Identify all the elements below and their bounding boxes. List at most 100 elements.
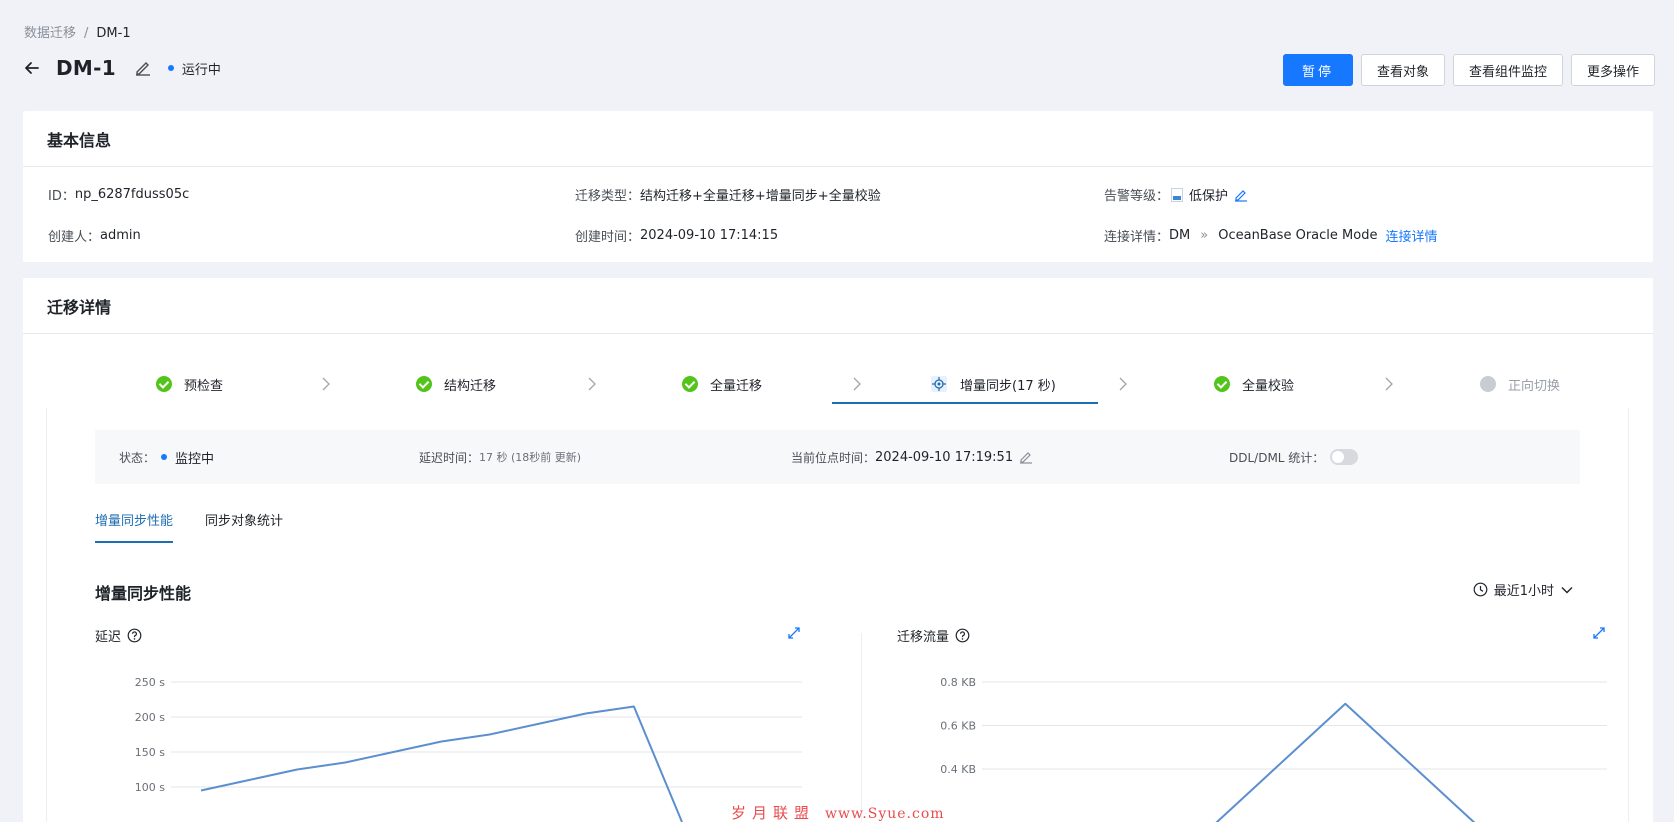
alert-level-icon [1171,187,1184,202]
tab-sync-object-stats[interactable]: 同步对象统计 [205,510,283,543]
help-icon[interactable] [955,628,970,643]
alert-label: 告警等级： [1104,189,1170,204]
chevron-right-icon [322,377,330,391]
edit-checkpoint-icon[interactable] [1019,450,1033,464]
watermark: 岁月联盟 www.Syue.com [731,802,945,822]
edit-icon[interactable] [134,59,152,77]
ddl-dml-toggle[interactable] [1330,449,1359,465]
pause-button[interactable]: 暂停 [1282,54,1353,86]
y-tick-label: 200 s [135,711,165,724]
connection-details-link[interactable]: 连接详情 [1385,226,1437,245]
tab-incremental-performance[interactable]: 增量同步性能 [95,510,174,543]
info-type: 迁移类型： 结构迁移+全量迁移+增量同步+全量校验 [575,185,881,204]
id-value: np_6287fduss05c [74,187,190,202]
active-step-underline [832,402,1098,404]
check-circle-icon [416,376,432,392]
breadcrumb: 数据迁移 / DM-1 [24,22,131,41]
check-circle-icon [682,376,698,392]
conn-target: OceanBase Oracle Mode [1218,228,1378,243]
sync-target-icon [931,376,947,392]
perf-tabs: 增量同步性能 同步对象统计 [95,510,283,543]
creator-label: 创建人： [48,230,101,245]
expand-icon[interactable] [1592,626,1606,640]
step-label: 正向切换 [1508,378,1561,394]
series-line [1215,702,1476,822]
delay-label: 延迟时间： [419,450,480,465]
delay-cell: 延迟时间： 17 秒 (18秒前 更新) [419,430,581,484]
breadcrumb-current: DM-1 [96,26,131,41]
step-incremental-sync[interactable]: 增量同步(17 秒) [930,360,1056,408]
created-value: 2024-09-10 17:14:15 [640,228,779,243]
view-monitor-button[interactable]: 查看组件监控 [1452,54,1563,86]
y-tick-label: 100 s [135,781,165,794]
chevron-right-icon [1119,377,1127,391]
step-full-verify[interactable]: 全量校验 [1214,360,1294,408]
type-value: 结构迁移+全量迁移+增量同步+全量校验 [640,189,881,204]
edit-alert-icon[interactable] [1234,188,1248,202]
step-label: 全量迁移 [710,378,763,394]
ddl-cell: DDL/DML 统计： [1229,430,1359,484]
section-title: 增量同步性能 [95,584,192,603]
sync-status-bar: 状态： 监控中 延迟时间： 17 秒 (18秒前 更新) 当前位点时间： 202… [95,430,1580,484]
clock-icon [1473,582,1488,597]
time-range-value: 最近1小时 [1493,584,1554,599]
info-creator: 创建人： admin [48,226,141,245]
info-alert: 告警等级： 低保护 [1104,185,1248,204]
header-actions: 暂停 查看对象 查看组件监控 更多操作 [1282,54,1655,86]
created-label: 创建时间： [575,230,641,245]
chevron-right-icon [1385,377,1393,391]
step-schema[interactable]: 结构迁移 [416,360,496,408]
state-cell: 状态： 监控中 [119,430,214,484]
type-label: 迁移类型： [575,189,641,204]
step-full-migration[interactable]: 全量迁移 [682,360,762,408]
chart-delay-title: 延迟 [95,626,142,645]
expand-icon[interactable] [787,626,801,640]
state-dot [161,454,168,460]
migration-detail-title: 迁移详情 [23,278,1653,334]
conn-label: 连接详情： [1104,230,1170,245]
check-circle-icon [1214,376,1230,392]
help-icon[interactable] [127,628,142,643]
state-value: 监控中 [175,451,215,467]
info-id: ID： np_6287fduss05c [48,185,189,204]
y-tick-label: 250 s [135,676,165,689]
conn-arrow: » [1200,228,1209,243]
pending-circle-icon [1480,376,1496,392]
chevron-down-icon [1561,586,1573,593]
state-label: 状态： [119,450,156,465]
chart-traffic-title-text: 迁移流量 [897,630,950,645]
step-label: 全量校验 [1242,378,1295,394]
chevron-right-icon [853,377,861,391]
step-forward-switch[interactable]: 正向切换 [1480,360,1560,408]
migration-detail-card: 迁移详情 预检查 结构迁移 全量迁移 增量同步(17 秒) 全量校验 正向切换 … [23,278,1653,822]
delay-value: 17 秒 (18秒前 更新) [479,451,582,464]
check-circle-icon [156,376,172,392]
chart-delay: 250 s 200 s 150 s 100 s [135,676,802,822]
watermark-url: www.Syue.com [825,806,945,822]
basic-info-title: 基本信息 [23,111,1653,167]
status-dot [167,65,174,71]
arrow-left-icon[interactable] [22,58,42,78]
checkpoint-cell: 当前位点时间： 2024-09-10 17:19:51 [791,430,1033,484]
breadcrumb-parent[interactable]: 数据迁移 [24,26,76,41]
view-objects-button[interactable]: 查看对象 [1360,54,1445,86]
step-label: 预检查 [184,378,224,394]
chart-traffic: 0.8 KB 0.6 KB 0.4 KB [940,676,1607,822]
alert-value: 低保护 [1189,189,1229,204]
creator-value: admin [100,228,141,243]
step-precheck[interactable]: 预检查 [156,360,223,408]
y-tick-label: 0.8 KB [940,676,976,689]
more-actions-button[interactable]: 更多操作 [1570,54,1655,86]
breadcrumb-separator: / [84,26,89,41]
y-tick-label: 0.4 KB [940,763,976,776]
page-title: DM-1 [56,56,116,80]
series-line [200,705,683,822]
title-bar: DM-1 运行中 [22,56,221,80]
chevron-right-icon [588,377,596,391]
step-detail-panel: 状态： 监控中 延迟时间： 17 秒 (18秒前 更新) 当前位点时间： 202… [46,408,1629,822]
steps-bar: 预检查 结构迁移 全量迁移 增量同步(17 秒) 全量校验 正向切换 [46,360,1629,408]
watermark-text: 岁月联盟 [731,804,816,822]
time-range-select[interactable]: 最近1小时 [1467,580,1580,599]
y-tick-label: 150 s [135,746,165,759]
chart-traffic-title: 迁移流量 [897,626,970,645]
